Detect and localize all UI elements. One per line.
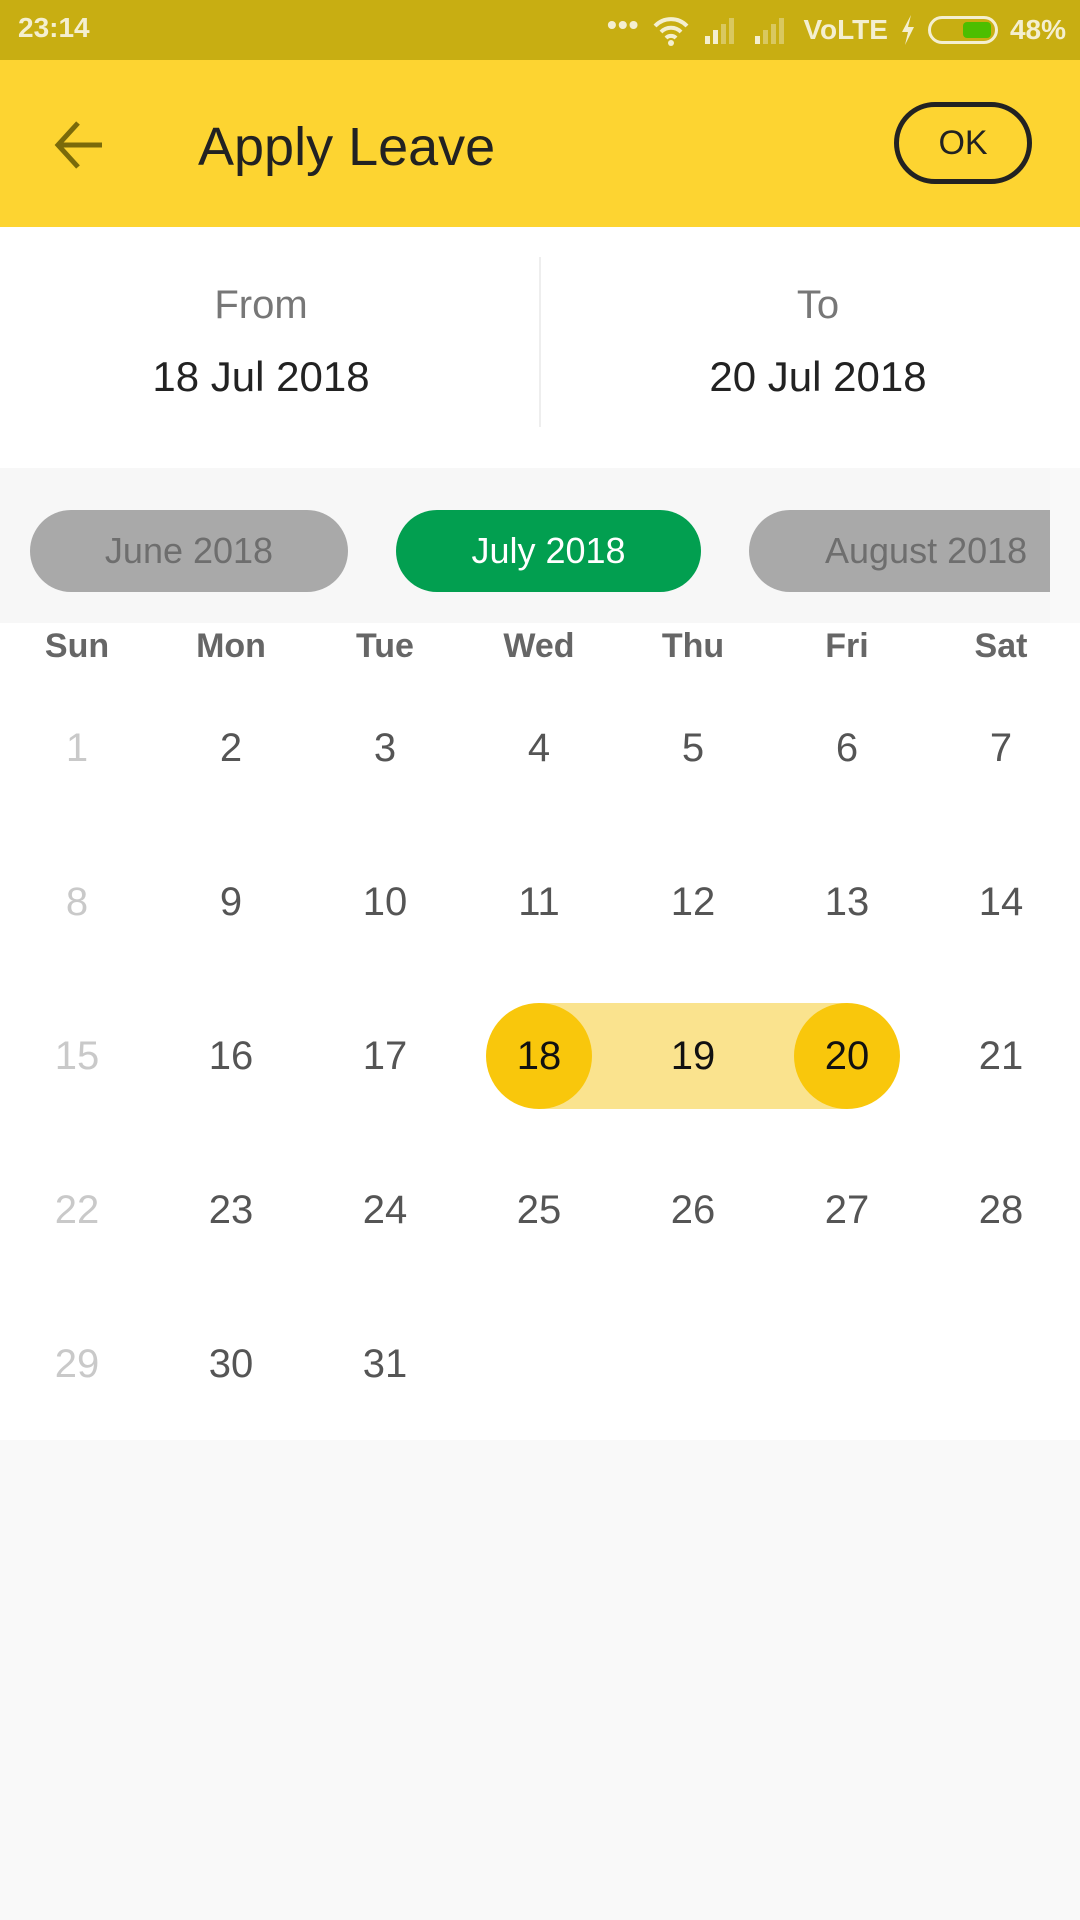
weekday-fri: Fri <box>825 627 869 665</box>
signal-icon <box>705 18 735 44</box>
weekday-sun: Sun <box>44 627 110 665</box>
app-bar: Apply Leave OK <box>0 60 1080 227</box>
calendar-day-8[interactable]: 8 <box>0 847 154 957</box>
wifi-icon <box>653 17 689 46</box>
weekday-sat: Sat <box>974 627 1028 665</box>
ok-button[interactable]: OK <box>894 102 1032 184</box>
calendar-day-5[interactable]: 5 <box>616 693 770 803</box>
from-label: From <box>214 283 308 327</box>
status-time: 23:14 <box>18 12 90 43</box>
calendar-day-17[interactable]: 17 <box>308 1001 462 1111</box>
calendar-day-10[interactable]: 10 <box>308 847 462 957</box>
calendar-day-30[interactable]: 30 <box>154 1309 308 1419</box>
calendar-day-1[interactable]: 1 <box>0 693 154 803</box>
calendar-day-24[interactable]: 24 <box>308 1155 462 1265</box>
charging-bolt-icon <box>901 15 914 45</box>
more-dots-icon: ••• <box>607 9 640 40</box>
from-date-field[interactable]: From 18 Jul 2018 <box>0 227 522 468</box>
page-title: Apply Leave <box>198 117 496 177</box>
network-type: VoLTE <box>803 14 888 45</box>
arrow-back-icon <box>54 121 102 169</box>
to-value: 20 Jul 2018 <box>709 353 927 400</box>
calendar-day-27[interactable]: 27 <box>770 1155 924 1265</box>
calendar-day-12[interactable]: 12 <box>616 847 770 957</box>
back-button[interactable] <box>50 115 110 175</box>
calendar-day-11[interactable]: 11 <box>462 847 616 957</box>
calendar-day-29[interactable]: 29 <box>0 1309 154 1419</box>
battery-fill <box>962 22 991 38</box>
weekday-mon: Mon <box>196 627 266 665</box>
calendar-day-2[interactable]: 2 <box>154 693 308 803</box>
weekday-thu: Thu <box>661 627 725 665</box>
calendar-day-31[interactable]: 31 <box>308 1309 462 1419</box>
status-bar: 23:14 ••• VoLTE 48% <box>0 0 1080 60</box>
calendar-day-20[interactable]: 20 <box>770 1001 924 1111</box>
weekday-tue: Tue <box>356 627 414 665</box>
calendar-day-13[interactable]: 13 <box>770 847 924 957</box>
weekday-wed: Wed <box>503 627 575 665</box>
to-date-field[interactable]: To 20 Jul 2018 <box>540 227 1080 468</box>
month-tab-prev[interactable]: June 2018 <box>30 510 348 592</box>
calendar-day-19[interactable]: 19 <box>616 1001 770 1111</box>
month-strip-edge <box>1050 468 1080 623</box>
calendar-day-26[interactable]: 26 <box>616 1155 770 1265</box>
calendar-day-15[interactable]: 15 <box>0 1001 154 1111</box>
battery-percent: 48% <box>1009 14 1066 45</box>
calendar-day-21[interactable]: 21 <box>924 1001 1078 1111</box>
month-tab-current[interactable]: July 2018 <box>396 510 701 592</box>
calendar-day-7[interactable]: 7 <box>924 693 1078 803</box>
to-label: To <box>796 283 840 327</box>
calendar-day-4[interactable]: 4 <box>462 693 616 803</box>
calendar-day-22[interactable]: 22 <box>0 1155 154 1265</box>
month-selector: June 2018 July 2018 August 2018 <box>0 468 1080 623</box>
calendar-day-9[interactable]: 9 <box>154 847 308 957</box>
calendar-day-28[interactable]: 28 <box>924 1155 1078 1265</box>
calendar-day-18[interactable]: 18 <box>462 1001 616 1111</box>
calendar-day-14[interactable]: 14 <box>924 847 1078 957</box>
date-range-panel: From 18 Jul 2018 To 20 Jul 2018 <box>0 227 1080 468</box>
calendar-day-6[interactable]: 6 <box>770 693 924 803</box>
from-value: 18 Jul 2018 <box>152 353 370 400</box>
signal-icon <box>755 18 785 44</box>
calendar-day-25[interactable]: 25 <box>462 1155 616 1265</box>
status-icons: ••• VoLTE 48% <box>607 9 1066 50</box>
month-tab-next[interactable]: August 2018 <box>749 510 1080 592</box>
battery-icon <box>927 16 998 44</box>
calendar-day-16[interactable]: 16 <box>154 1001 308 1111</box>
calendar-day-3[interactable]: 3 <box>308 693 462 803</box>
weekday-header: Sun Mon Tue Wed Thu Fri Sat <box>0 623 1080 673</box>
calendar-day-23[interactable]: 23 <box>154 1155 308 1265</box>
